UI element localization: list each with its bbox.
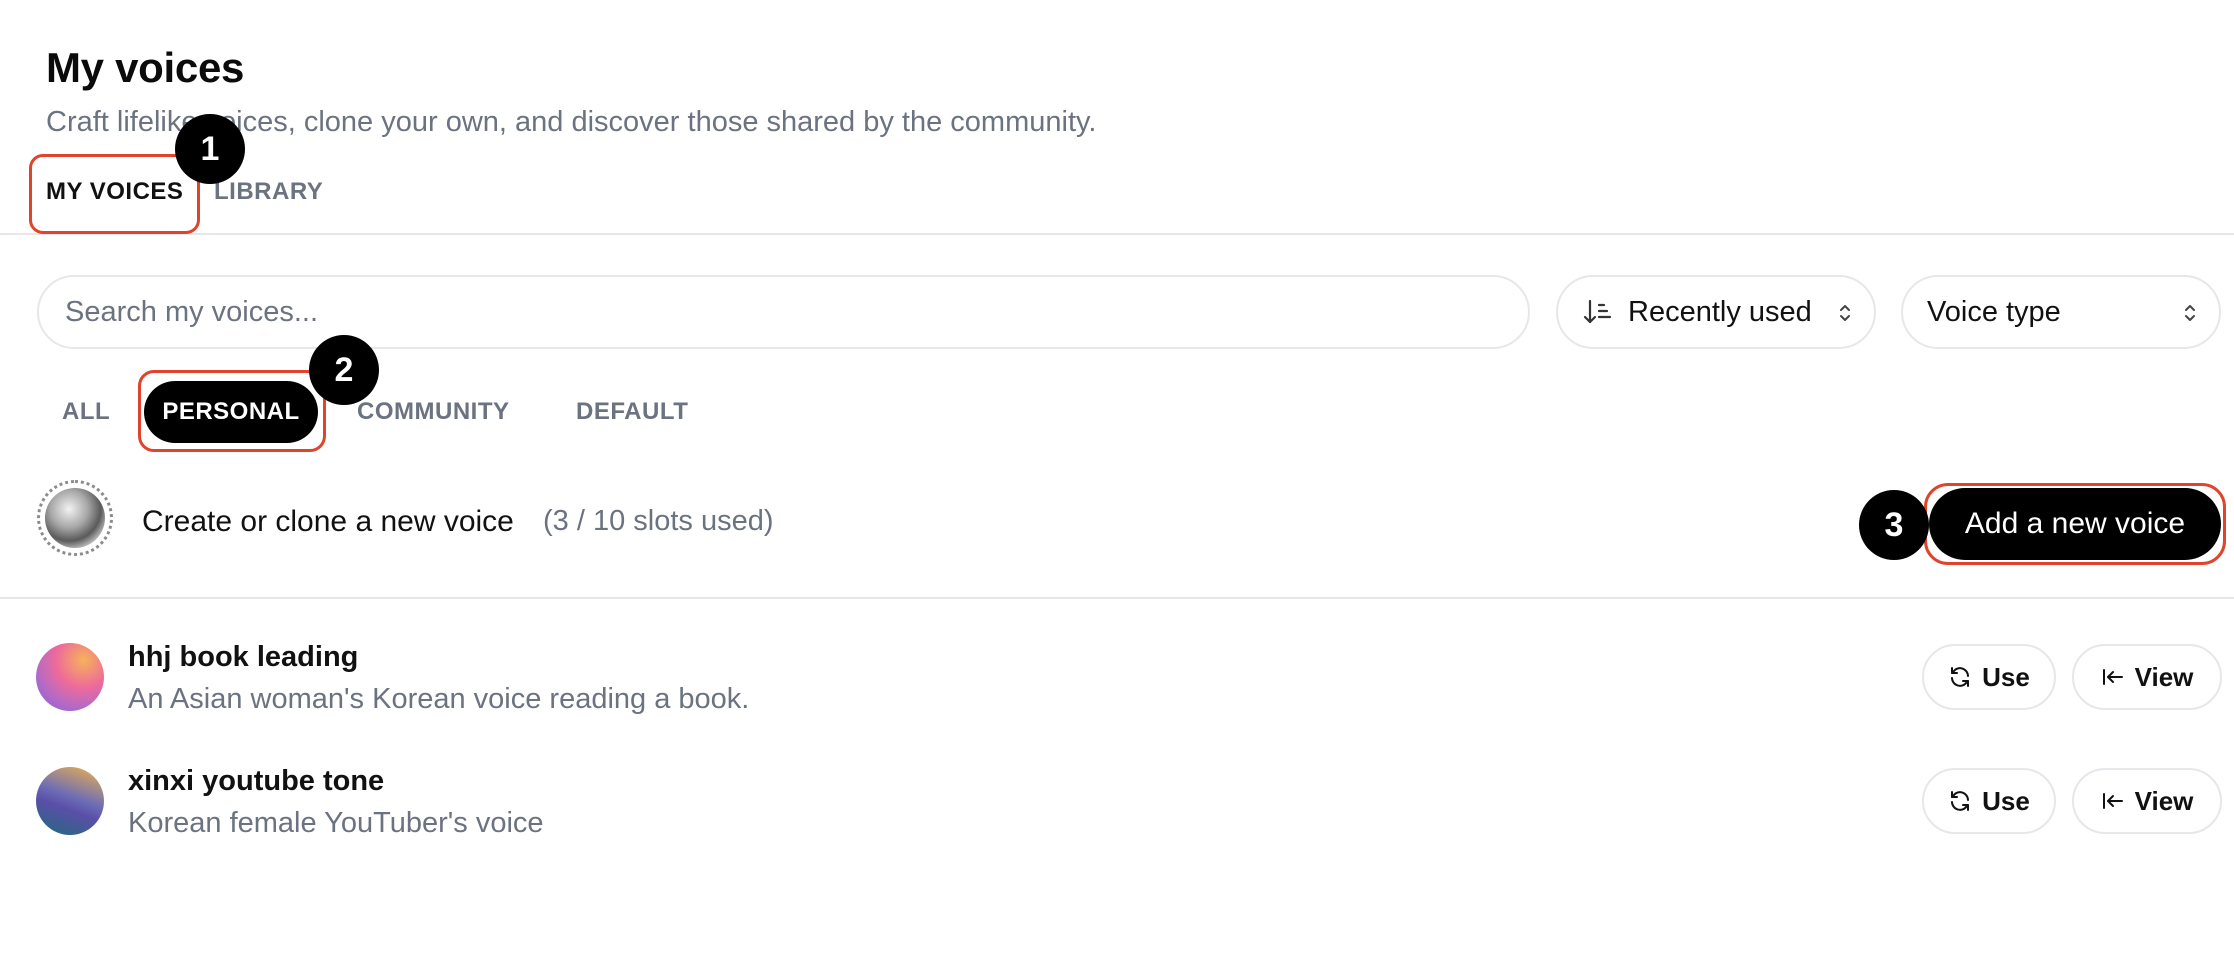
filter-default[interactable]: DEFAULT — [576, 381, 688, 443]
tab-library[interactable]: LIBRARY — [214, 178, 323, 206]
section-divider — [0, 597, 2234, 599]
view-label: View — [2134, 661, 2194, 692]
filter-community[interactable]: COMMUNITY — [357, 381, 509, 443]
highlight-box — [138, 370, 326, 452]
arrow-left-bar-icon — [2102, 793, 2123, 809]
view-voice-button[interactable]: View — [2072, 644, 2222, 710]
view-voice-button[interactable]: View — [2072, 768, 2222, 834]
highlight-box — [1924, 483, 2226, 565]
tabs-divider — [0, 233, 2234, 235]
arrow-left-bar-icon — [2102, 669, 2123, 685]
chevron-updown-icon — [2185, 305, 2195, 321]
use-label: Use — [1982, 785, 2030, 816]
use-voice-button[interactable]: Use — [1922, 768, 2056, 834]
annotation-badge: 2 — [309, 335, 379, 405]
view-label: View — [2134, 785, 2194, 816]
voice-description: An Asian woman's Korean voice reading a … — [128, 683, 750, 715]
voice-orb-inner — [45, 488, 105, 548]
use-label: Use — [1982, 661, 2030, 692]
voice-description: Korean female YouTuber's voice — [128, 807, 544, 839]
annotation-badge: 1 — [175, 114, 245, 184]
sort-select[interactable]: Recently used — [1556, 275, 1876, 349]
sort-select-value: Recently used — [1628, 295, 1812, 328]
voice-type-select-value: Voice type — [1927, 295, 2061, 328]
slots-used-label: (3 / 10 slots used) — [543, 505, 774, 537]
highlight-box — [29, 154, 200, 234]
page-title: My voices — [46, 44, 245, 91]
voice-avatar — [36, 643, 104, 711]
sort-descending-icon — [1583, 299, 1612, 324]
voice-avatar — [36, 767, 104, 835]
filter-all[interactable]: ALL — [62, 381, 110, 443]
voice-name: hhj book leading — [128, 641, 359, 673]
voice-name: xinxi youtube tone — [128, 765, 385, 797]
refresh-icon — [1951, 791, 1970, 811]
annotation-badge: 3 — [1859, 490, 1929, 560]
search-input[interactable] — [65, 277, 1465, 347]
voice-type-select[interactable]: Voice type — [1901, 275, 2221, 349]
chevron-updown-icon — [1840, 305, 1850, 321]
use-voice-button[interactable]: Use — [1922, 644, 2056, 710]
refresh-icon — [1951, 667, 1970, 687]
search-box — [37, 275, 1530, 349]
voice-orb-icon — [37, 480, 113, 556]
create-voice-label: Create or clone a new voice — [142, 505, 514, 538]
